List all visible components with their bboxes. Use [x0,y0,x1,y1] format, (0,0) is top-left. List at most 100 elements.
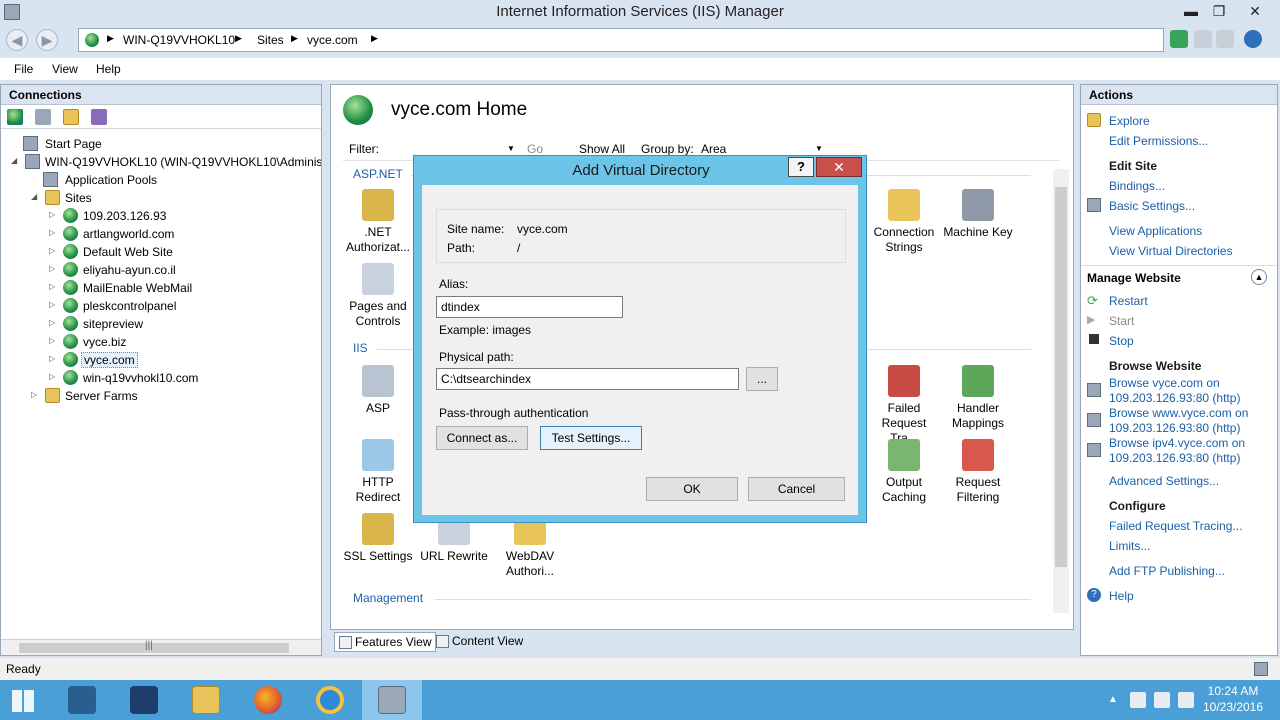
taskbar-iis-manager[interactable] [362,680,422,720]
expand-icon[interactable]: ▷ [49,354,55,363]
forward-button[interactable]: ▶ [36,29,58,51]
section-aspnet[interactable]: ASP.NET [353,167,403,181]
action-limits[interactable]: Limits... [1109,539,1150,553]
tray-volume-icon[interactable] [1178,692,1194,708]
site-globe-icon [63,334,78,349]
menu-view[interactable]: View [52,62,78,76]
minimize-button[interactable]: ▬ [1176,0,1206,22]
action-bindings[interactable]: Bindings... [1109,179,1165,193]
crumb-sites[interactable]: Sites [257,33,284,47]
expand-icon[interactable]: ▷ [49,246,55,255]
home-icon[interactable] [1216,30,1234,48]
expand-icon[interactable]: ▷ [49,282,55,291]
action-view-virtual-directories[interactable]: View Virtual Directories [1109,244,1233,258]
action-browse-www[interactable]: Browse www.vyce.com on 109.203.126.93:80 … [1109,406,1248,436]
dialog-close-button[interactable]: ✕ [816,157,862,177]
go-button[interactable]: Go [527,142,543,156]
address-bar[interactable]: ▶ WIN-Q19VVHOKL10 ▶ Sites ▶ vyce.com ▶ [78,28,1164,52]
crumb-server[interactable]: WIN-Q19VVHOKL10 [123,33,235,47]
stop-icon[interactable] [1194,30,1212,48]
feature-http-redirect[interactable]: HTTP Redirect [341,439,415,505]
feature-machine-key[interactable]: Machine Key [941,189,1015,240]
feature-connection-strings[interactable]: Connection Strings [867,189,941,255]
action-edit-permissions[interactable]: Edit Permissions... [1109,134,1208,148]
dialog-help-button[interactable]: ? [788,157,814,177]
action-view-applications[interactable]: View Applications [1109,224,1202,238]
maximize-button[interactable]: ❐ [1204,0,1234,22]
group-by-select[interactable]: Area [701,142,726,156]
file-explorer-icon [192,686,220,714]
up-folder-icon[interactable] [63,109,79,125]
collapse-icon[interactable]: ◢ [11,156,17,165]
action-add-ftp-publishing[interactable]: Add FTP Publishing... [1109,564,1225,578]
expand-icon[interactable]: ▷ [49,336,55,345]
crumb-site[interactable]: vyce.com [307,33,358,47]
taskbar-server-manager[interactable] [52,680,112,720]
expand-icon[interactable]: ▷ [49,210,55,219]
site-globe-icon [63,262,78,277]
menu-file[interactable]: File [14,62,33,76]
tray-flag-icon[interactable] [1130,692,1146,708]
start-button[interactable] [0,680,60,720]
feature-ssl-settings[interactable]: SSL Settings [341,513,415,564]
action-explore[interactable]: Explore [1109,114,1150,128]
action-browse-vyce[interactable]: Browse vyce.com on 109.203.126.93:80 (htt… [1109,376,1240,406]
action-browse-ipv4[interactable]: Browse ipv4.vyce.com on 109.203.126.93:80… [1109,436,1245,466]
system-clock[interactable]: 10:24 AM 10/23/2016 [1198,683,1268,715]
tree-horizontal-scrollbar[interactable]: ||| [1,639,321,655]
cancel-button[interactable]: Cancel [748,477,845,501]
tray-network-icon[interactable] [1154,692,1170,708]
help-icon[interactable] [1244,30,1262,48]
feature-pages-controls[interactable]: Pages and Controls [341,263,415,329]
menu-help[interactable]: Help [96,62,121,76]
scrollbar-thumb[interactable]: ||| [19,640,289,653]
feature-output-caching[interactable]: Output Caching [867,439,941,505]
connect-globe-icon[interactable] [7,109,23,125]
ok-button[interactable]: OK [646,477,738,501]
expand-icon[interactable]: ▷ [49,372,55,381]
show-hidden-icons[interactable]: ▲ [1108,694,1118,705]
physical-path-input[interactable] [436,368,739,390]
connect-as-button[interactable]: Connect as... [436,426,528,450]
expand-icon[interactable]: ▷ [31,390,37,399]
expand-icon[interactable]: ▷ [49,264,55,273]
collapse-icon[interactable]: ◢ [31,192,37,201]
feature-handler-mappings[interactable]: Handler Mappings [941,365,1015,431]
filter-dropdown-icon[interactable]: ▼ [507,144,515,153]
expand-icon[interactable]: ▷ [49,318,55,327]
save-icon[interactable] [35,109,51,125]
expand-icon[interactable]: ▷ [49,300,55,309]
feature-asp[interactable]: ASP [341,365,415,416]
taskbar-firefox[interactable] [238,680,298,720]
test-settings-button[interactable]: Test Settings... [540,426,642,450]
close-window-button[interactable]: ✕ [1240,0,1270,22]
action-basic-settings[interactable]: Basic Settings... [1109,199,1195,213]
feature-net-authorization[interactable]: .NET Authorizat... [341,189,415,255]
section-iis[interactable]: IIS [353,341,368,355]
connect-icon[interactable] [1170,30,1188,48]
chevron-down-icon[interactable]: ▼ [815,144,823,153]
action-advanced-settings[interactable]: Advanced Settings... [1109,474,1219,488]
show-all-button[interactable]: Show All [579,142,625,156]
section-management[interactable]: Management [353,591,423,605]
browse-path-button[interactable]: ... [746,367,778,391]
expand-icon[interactable]: ▷ [49,228,55,237]
disconnect-icon[interactable] [91,109,107,125]
feature-failed-request-tracing[interactable]: Failed Request Tra... [867,365,941,446]
taskbar-internet-explorer[interactable] [300,680,360,720]
feature-request-filtering[interactable]: Request Filtering [941,439,1015,505]
action-restart[interactable]: Restart [1109,294,1148,308]
back-button[interactable]: ◀ [6,29,28,51]
taskbar-file-explorer[interactable] [176,680,236,720]
features-vertical-scrollbar[interactable] [1053,169,1069,613]
tab-content-view[interactable]: Content View [432,632,527,652]
tab-features-view[interactable]: Features View [334,632,437,652]
collapse-group-icon[interactable]: ▲ [1251,269,1267,285]
action-help[interactable]: Help [1109,589,1134,603]
site-globe-icon [63,226,78,241]
scrollbar-thumb[interactable] [1055,187,1067,567]
alias-input[interactable] [436,296,623,318]
taskbar-powershell[interactable] [114,680,174,720]
action-stop[interactable]: Stop [1109,334,1134,348]
action-failed-request-tracing[interactable]: Failed Request Tracing... [1109,519,1242,533]
